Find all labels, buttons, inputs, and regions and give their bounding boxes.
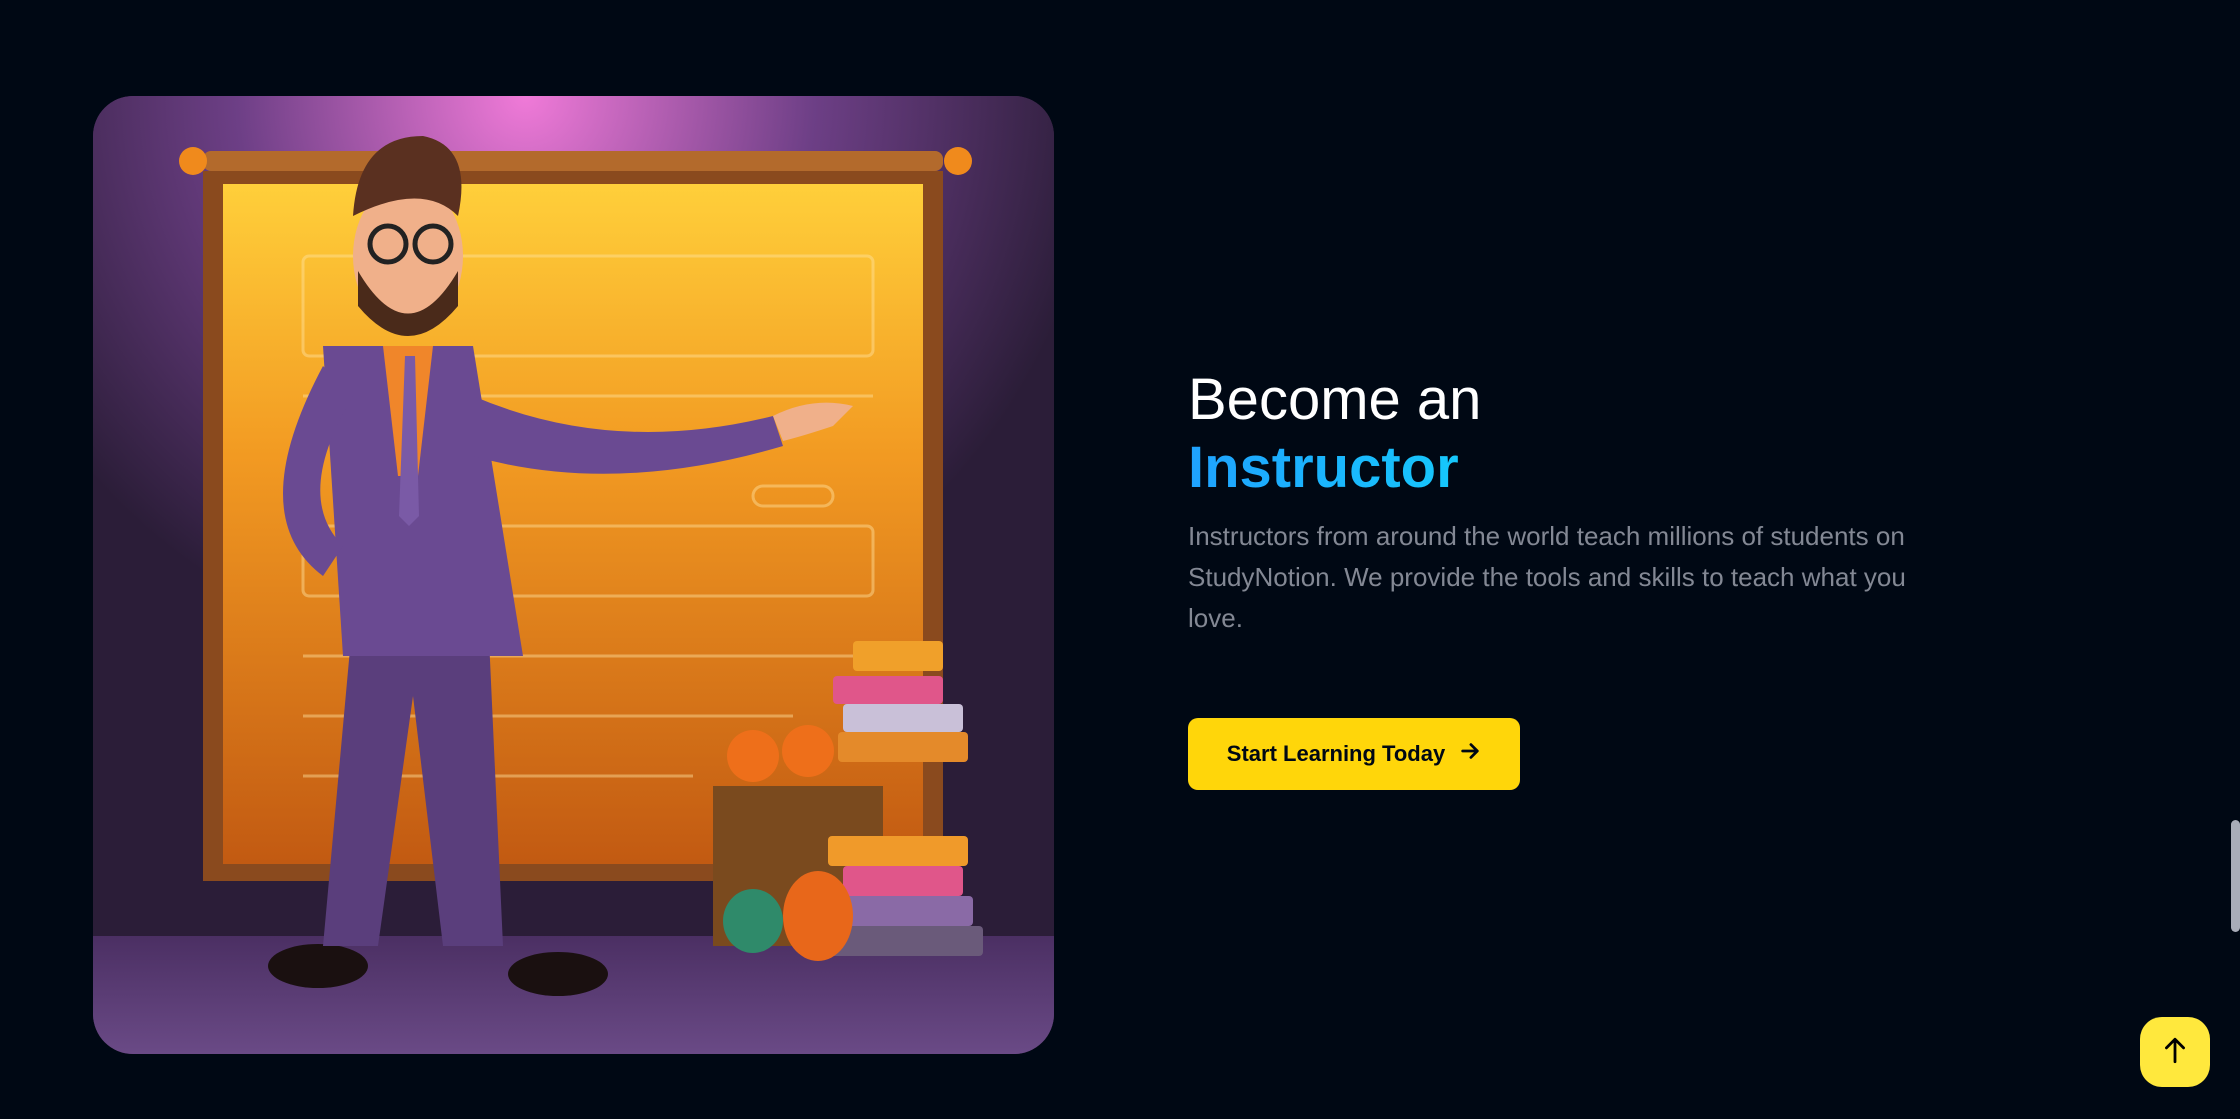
start-learning-button[interactable]: Start Learning Today xyxy=(1188,718,1520,790)
instructor-illustration xyxy=(93,96,1054,1054)
arrow-up-icon xyxy=(2162,1035,2188,1070)
section-description: Instructors from around the world teach … xyxy=(1188,521,1906,633)
arrow-right-icon xyxy=(1459,740,1481,768)
heading-highlight: Instructor xyxy=(1188,434,1968,502)
start-learning-label: Start Learning Today xyxy=(1226,741,1446,766)
heading-line1: Become an xyxy=(1188,367,1482,432)
page-scrollbar[interactable] xyxy=(2231,820,2240,932)
instructor-section: Become an Instructor Instructors from ar… xyxy=(1188,366,1968,639)
scroll-to-top-button[interactable] xyxy=(2140,1017,2210,1087)
section-heading: Become an Instructor xyxy=(1188,366,1968,502)
